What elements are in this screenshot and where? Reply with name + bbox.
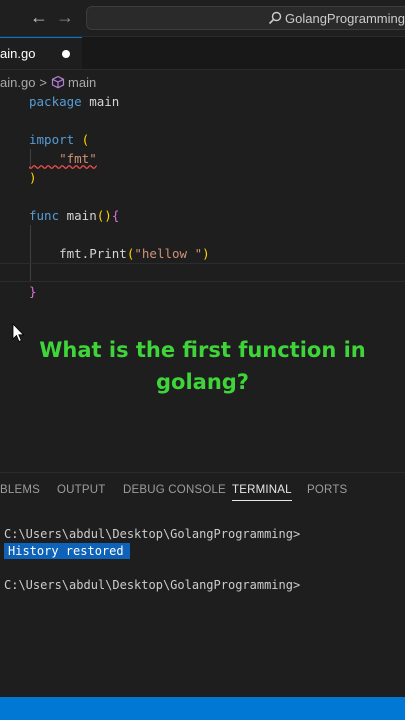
code-line[interactable]: 7func main(){	[0, 206, 405, 225]
tab-terminal[interactable]: TERMINAL	[232, 484, 292, 501]
code-line[interactable]: 8	[0, 225, 405, 244]
command-center-search[interactable]: GolangProgramming	[86, 6, 405, 30]
forward-arrow-icon[interactable]: →	[56, 7, 74, 27]
code-line[interactable]: 5)	[0, 168, 405, 187]
code-line[interactable]: 4 "fmt"	[0, 149, 405, 168]
code-text: )	[29, 168, 37, 187]
code-token: )	[29, 170, 37, 185]
code-token: package	[29, 94, 82, 109]
code-line[interactable]: 12	[0, 301, 405, 320]
terminal-panel[interactable]: C:\Users\abdul\Desktop\GolangProgramming…	[0, 507, 405, 697]
code-line[interactable]: 10	[0, 263, 405, 282]
caption-line-2: golang?	[156, 370, 249, 394]
breadcrumb: ain.go > main	[0, 73, 96, 91]
code-token: main	[81, 94, 120, 109]
breadcrumb-symbol[interactable]: main	[68, 75, 96, 90]
tab-output[interactable]: OUTPUT	[57, 484, 105, 496]
code-line[interactable]: 3import (	[0, 130, 405, 149]
terminal-prompt: C:\Users\abdul\Desktop\GolangProgramming…	[4, 578, 301, 592]
code-token: (	[74, 132, 90, 147]
history-restored-badge: History restored	[4, 543, 130, 559]
code-text: "fmt"	[29, 149, 97, 168]
code-token: "hellow "	[134, 246, 203, 261]
code-token: {	[111, 208, 120, 223]
code-text: func main(){	[29, 206, 119, 225]
breadcrumb-separator: >	[39, 74, 48, 90]
code-token: main	[59, 208, 97, 223]
title-bar: ← → GolangProgramming	[0, 0, 405, 37]
code-token: }	[29, 284, 37, 299]
caption-line-1: What is the first function in	[39, 338, 366, 362]
terminal-prompt: C:\Users\abdul\Desktop\GolangProgramming…	[4, 527, 301, 541]
tab-debug-console[interactable]: DEBUG CONSOLE	[123, 484, 226, 496]
code-text: }	[29, 282, 37, 301]
unsaved-dot-icon[interactable]	[62, 50, 70, 58]
code-text: fmt.Print("hellow ")	[29, 244, 210, 263]
code-token: "fmt"	[29, 151, 97, 166]
video-caption: What is the first function in golang?	[0, 334, 405, 398]
code-line[interactable]: 9 fmt.Print("hellow ")	[0, 244, 405, 263]
tab-ports[interactable]: PORTS	[307, 484, 347, 496]
symbol-cube-icon	[51, 75, 65, 89]
code-line[interactable]: 6	[0, 187, 405, 206]
code-text: import (	[29, 130, 89, 149]
tab-label: ain.go	[0, 46, 36, 61]
code-token: import	[29, 132, 75, 147]
status-bar	[0, 697, 405, 720]
search-icon	[268, 11, 282, 25]
tab-main-go[interactable]: ain.go	[0, 37, 82, 69]
code-editor[interactable]: 1package main23import (4 "fmt"5)67func m…	[0, 92, 405, 472]
code-token: ()	[96, 208, 112, 223]
panel-tab-bar: BLEMS OUTPUT DEBUG CONSOLE TERMINAL PORT…	[0, 472, 405, 507]
code-token: fmt.Print	[29, 246, 127, 261]
code-line[interactable]: 2	[0, 111, 405, 130]
search-text: GolangProgramming	[285, 11, 405, 26]
tab-problems[interactable]: BLEMS	[0, 484, 40, 496]
code-token: )	[202, 246, 210, 261]
code-text: package main	[29, 92, 119, 111]
code-line[interactable]: 11}	[0, 282, 405, 301]
code-line[interactable]: 1package main	[0, 92, 405, 111]
editor-tab-bar: ain.go	[0, 37, 405, 70]
code-token: func	[29, 208, 60, 223]
back-arrow-icon[interactable]: ←	[30, 7, 48, 27]
breadcrumb-file[interactable]: ain.go	[0, 75, 35, 90]
